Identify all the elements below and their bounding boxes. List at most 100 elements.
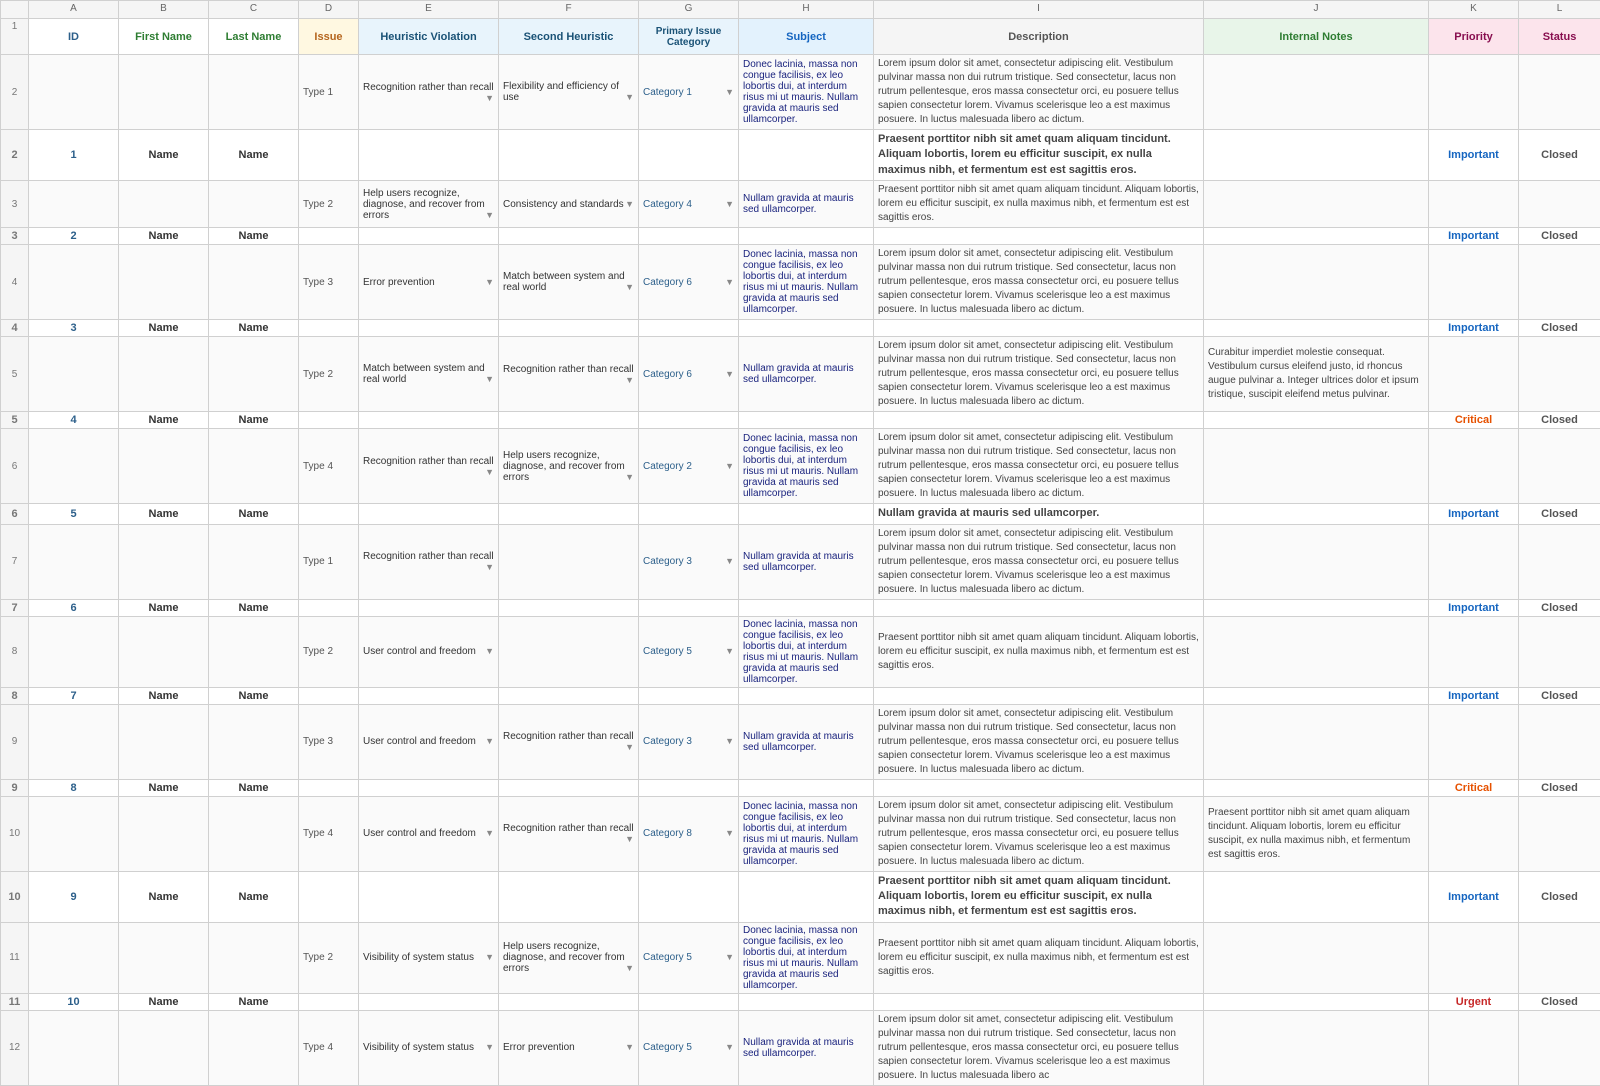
cell-description[interactable] — [874, 687, 1204, 704]
cell-status[interactable]: Closed — [1519, 687, 1600, 704]
cell-issue[interactable] — [299, 599, 359, 616]
cell-priority[interactable] — [1429, 55, 1519, 130]
cell-second-heuristic[interactable] — [499, 412, 639, 429]
cell-issue[interactable] — [299, 871, 359, 922]
cell-internal-notes[interactable] — [1204, 504, 1429, 524]
cell-subject[interactable] — [739, 779, 874, 796]
cell-subject[interactable]: Donec lacinia, massa non congue facilisi… — [739, 796, 874, 871]
cell-subject[interactable]: Nullam gravida at mauris sed ullamcorper… — [739, 181, 874, 228]
cell-status[interactable]: Closed — [1519, 130, 1600, 181]
cell-issue[interactable]: Type 1 — [299, 55, 359, 130]
cell-internal-notes[interactable] — [1204, 599, 1429, 616]
cell-priority[interactable] — [1429, 922, 1519, 993]
cell-priority[interactable]: Urgent — [1429, 993, 1519, 1010]
cell-first-name[interactable]: Name — [119, 320, 209, 337]
cell-priority[interactable] — [1429, 429, 1519, 504]
cell-first-name[interactable]: Name — [119, 130, 209, 181]
cell-internal-notes[interactable] — [1204, 130, 1429, 181]
cell-description[interactable]: Praesent porttitor nibh sit amet quam al… — [874, 130, 1204, 181]
cell-id[interactable]: 6 — [29, 599, 119, 616]
cell-issue[interactable]: Type 2 — [299, 922, 359, 993]
cell-primary-issue-category[interactable]: Category 3 ▼ — [639, 704, 739, 779]
cell-subject[interactable]: Donec lacinia, massa non congue facilisi… — [739, 922, 874, 993]
cell-status[interactable]: Closed — [1519, 412, 1600, 429]
cell-heuristic-violation[interactable]: Recognition rather than recall ▼ — [359, 429, 499, 504]
cell-description[interactable]: Lorem ipsum dolor sit amet, consectetur … — [874, 1010, 1204, 1085]
cell-first-name[interactable]: Name — [119, 228, 209, 245]
cell-status[interactable]: Closed — [1519, 779, 1600, 796]
cell-issue[interactable]: Type 3 — [299, 704, 359, 779]
cell-subject[interactable] — [739, 228, 874, 245]
cell-priority[interactable]: Important — [1429, 320, 1519, 337]
cell-internal-notes[interactable] — [1204, 616, 1429, 687]
cell-first-name[interactable] — [119, 616, 209, 687]
cell-last-name[interactable]: Name — [209, 599, 299, 616]
cell-first-name[interactable] — [119, 796, 209, 871]
cell-primary-issue-category[interactable] — [639, 871, 739, 922]
cell-subject[interactable]: Nullam gravida at mauris sed ullamcorper… — [739, 337, 874, 412]
cell-issue[interactable] — [299, 130, 359, 181]
cell-subject[interactable] — [739, 320, 874, 337]
cell-status[interactable] — [1519, 922, 1600, 993]
cell-description[interactable] — [874, 320, 1204, 337]
cell-issue[interactable] — [299, 320, 359, 337]
cell-second-heuristic[interactable] — [499, 130, 639, 181]
cell-last-name[interactable]: Name — [209, 412, 299, 429]
cell-second-heuristic[interactable] — [499, 524, 639, 599]
cell-second-heuristic[interactable] — [499, 228, 639, 245]
cell-first-name[interactable] — [119, 181, 209, 228]
cell-priority[interactable] — [1429, 704, 1519, 779]
cell-last-name[interactable]: Name — [209, 320, 299, 337]
cell-priority[interactable]: Critical — [1429, 412, 1519, 429]
cell-last-name[interactable] — [209, 55, 299, 130]
cell-priority[interactable]: Important — [1429, 687, 1519, 704]
cell-id[interactable] — [29, 704, 119, 779]
cell-status[interactable] — [1519, 181, 1600, 228]
cell-status[interactable] — [1519, 616, 1600, 687]
cell-id[interactable] — [29, 55, 119, 130]
cell-first-name[interactable]: Name — [119, 412, 209, 429]
cell-primary-issue-category[interactable]: Category 1 ▼ — [639, 55, 739, 130]
cell-heuristic-violation[interactable]: User control and freedom ▼ — [359, 796, 499, 871]
cell-second-heuristic[interactable]: Help users recognize, diagnose, and reco… — [499, 922, 639, 993]
cell-issue[interactable] — [299, 504, 359, 524]
cell-priority[interactable]: Critical — [1429, 779, 1519, 796]
cell-description[interactable]: Lorem ipsum dolor sit amet, consectetur … — [874, 55, 1204, 130]
cell-last-name[interactable] — [209, 796, 299, 871]
cell-last-name[interactable] — [209, 922, 299, 993]
cell-priority[interactable] — [1429, 1010, 1519, 1085]
cell-last-name[interactable] — [209, 1010, 299, 1085]
cell-last-name[interactable] — [209, 704, 299, 779]
cell-heuristic-violation[interactable] — [359, 687, 499, 704]
cell-last-name[interactable] — [209, 337, 299, 412]
cell-status[interactable]: Closed — [1519, 504, 1600, 524]
cell-second-heuristic[interactable] — [499, 993, 639, 1010]
cell-primary-issue-category[interactable]: Category 5 ▼ — [639, 616, 739, 687]
cell-heuristic-violation[interactable] — [359, 871, 499, 922]
cell-primary-issue-category[interactable] — [639, 779, 739, 796]
cell-second-heuristic[interactable]: Match between system and real world ▼ — [499, 245, 639, 320]
cell-primary-issue-category[interactable] — [639, 228, 739, 245]
cell-status[interactable]: Closed — [1519, 993, 1600, 1010]
cell-subject[interactable]: Donec lacinia, massa non congue facilisi… — [739, 616, 874, 687]
cell-heuristic-violation[interactable] — [359, 779, 499, 796]
cell-primary-issue-category[interactable] — [639, 504, 739, 524]
cell-last-name[interactable]: Name — [209, 228, 299, 245]
cell-heuristic-violation[interactable]: Help users recognize, diagnose, and reco… — [359, 181, 499, 228]
cell-id[interactable] — [29, 245, 119, 320]
cell-subject[interactable] — [739, 599, 874, 616]
cell-heuristic-violation[interactable]: User control and freedom ▼ — [359, 616, 499, 687]
cell-heuristic-violation[interactable]: Match between system and real world ▼ — [359, 337, 499, 412]
cell-id[interactable] — [29, 181, 119, 228]
cell-id[interactable]: 10 — [29, 993, 119, 1010]
cell-priority[interactable]: Important — [1429, 599, 1519, 616]
cell-issue[interactable]: Type 4 — [299, 429, 359, 504]
cell-first-name[interactable]: Name — [119, 871, 209, 922]
cell-internal-notes[interactable] — [1204, 704, 1429, 779]
col-letter-f[interactable]: F — [499, 1, 639, 19]
cell-subject[interactable]: Donec lacinia, massa non congue facilisi… — [739, 55, 874, 130]
cell-first-name[interactable]: Name — [119, 504, 209, 524]
col-letter-b[interactable]: B — [119, 1, 209, 19]
cell-first-name[interactable] — [119, 337, 209, 412]
cell-last-name[interactable]: Name — [209, 687, 299, 704]
